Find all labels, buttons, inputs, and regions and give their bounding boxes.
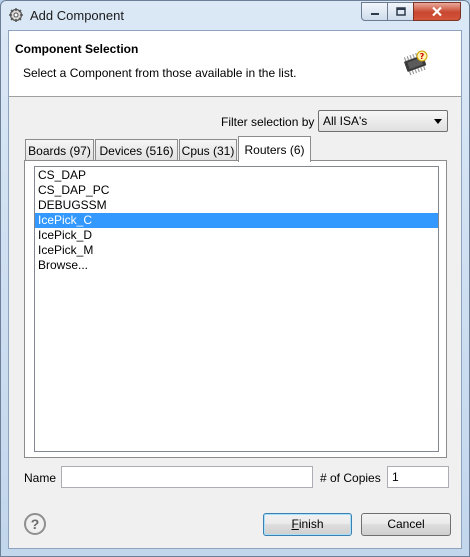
name-label: Name: [24, 471, 57, 485]
tab-label: Routers (6): [244, 143, 305, 157]
svg-text:?: ?: [420, 52, 425, 61]
list-item-cs-dap[interactable]: CS_DAP: [35, 168, 438, 183]
minimize-button[interactable]: [361, 2, 388, 21]
close-icon: [432, 6, 442, 17]
tab-boards[interactable]: Boards (97): [25, 139, 94, 160]
minimize-icon: [370, 12, 379, 15]
chevron-down-icon: [434, 119, 442, 124]
maximize-icon: [395, 7, 406, 16]
list-item-cs-dap-pc[interactable]: CS_DAP_PC: [35, 183, 438, 198]
list-item-debugssm[interactable]: DEBUGSSM: [35, 198, 438, 213]
copies-input[interactable]: 1: [387, 466, 449, 488]
maximize-button[interactable]: [387, 2, 414, 21]
list-item-icepick-d[interactable]: IcePick_D: [35, 228, 438, 243]
list-item-icepick-m[interactable]: IcePick_M: [35, 243, 438, 258]
finish-mnemonic: F: [291, 517, 299, 531]
tab-label: Cpus (31): [181, 144, 235, 158]
close-button[interactable]: [413, 2, 461, 21]
finish-button[interactable]: Finish: [263, 513, 352, 536]
tab-devices[interactable]: Devices (516): [95, 139, 178, 160]
isa-filter-select[interactable]: All ISA's: [318, 110, 448, 132]
window-title: Add Component: [30, 8, 124, 23]
name-input[interactable]: [61, 466, 313, 488]
gear-icon: [9, 8, 23, 22]
finish-label: inish: [298, 517, 324, 531]
header-description: Select a Component from those available …: [23, 66, 297, 80]
add-component-dialog: Add Component Component Selection Select…: [0, 0, 470, 557]
chip-icon: ?: [403, 50, 428, 76]
tab-routers[interactable]: Routers (6): [238, 136, 311, 162]
tab-label: Boards (97): [28, 144, 91, 158]
copies-label: # of Copies: [320, 471, 381, 485]
list-item-icepick-c[interactable]: IcePick_C: [35, 213, 438, 228]
dialog-client-area: Component Selection Select a Component f…: [8, 30, 462, 549]
header-title: Component Selection: [15, 42, 139, 56]
cancel-button[interactable]: Cancel: [361, 513, 451, 536]
title-bar[interactable]: Add Component: [1, 1, 469, 29]
routers-tab-panel: CS_DAP CS_DAP_PC DEBUGSSM IcePick_C IceP…: [24, 160, 447, 458]
list-item-browse[interactable]: Browse...: [35, 258, 438, 273]
component-list[interactable]: CS_DAP CS_DAP_PC DEBUGSSM IcePick_C IceP…: [34, 166, 439, 452]
help-icon[interactable]: ?: [24, 513, 46, 535]
tab-cpus[interactable]: Cpus (31): [179, 139, 237, 160]
filter-selected-value: All ISA's: [323, 114, 368, 128]
filter-label: Filter selection by: [221, 115, 315, 129]
dialog-header: Component Selection Select a Component f…: [9, 31, 461, 97]
tab-label: Devices (516): [99, 144, 174, 158]
